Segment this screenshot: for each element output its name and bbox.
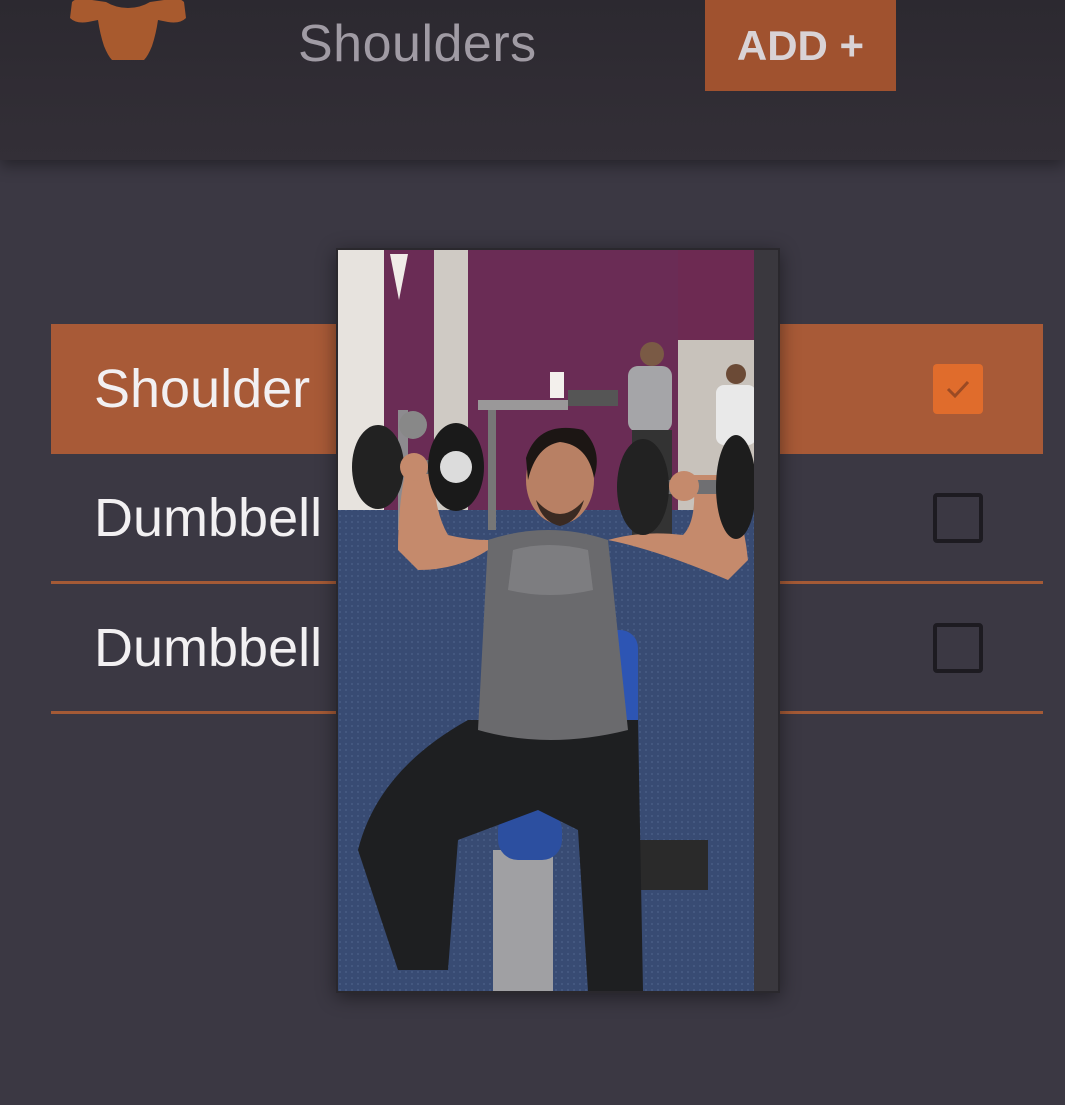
app-header: Shoulders ADD + <box>0 0 1065 160</box>
exercise-label: Shoulder <box>94 359 311 419</box>
add-button[interactable]: ADD + <box>705 0 896 91</box>
checkmark-icon <box>946 380 970 399</box>
popup-scrollbar[interactable] <box>754 250 778 991</box>
muscle-torso-icon <box>70 0 186 60</box>
page-title: Shoulders <box>298 15 537 73</box>
exercise-label: Dumbbell <box>94 487 323 548</box>
exercise-image-popup[interactable] <box>336 248 780 993</box>
exercise-label: Dumbbell <box>94 617 323 678</box>
exercise-photo <box>338 250 756 991</box>
exercise-checkbox[interactable] <box>933 622 983 673</box>
exercise-checkbox[interactable] <box>933 492 983 543</box>
exercise-checkbox[interactable] <box>933 364 983 414</box>
